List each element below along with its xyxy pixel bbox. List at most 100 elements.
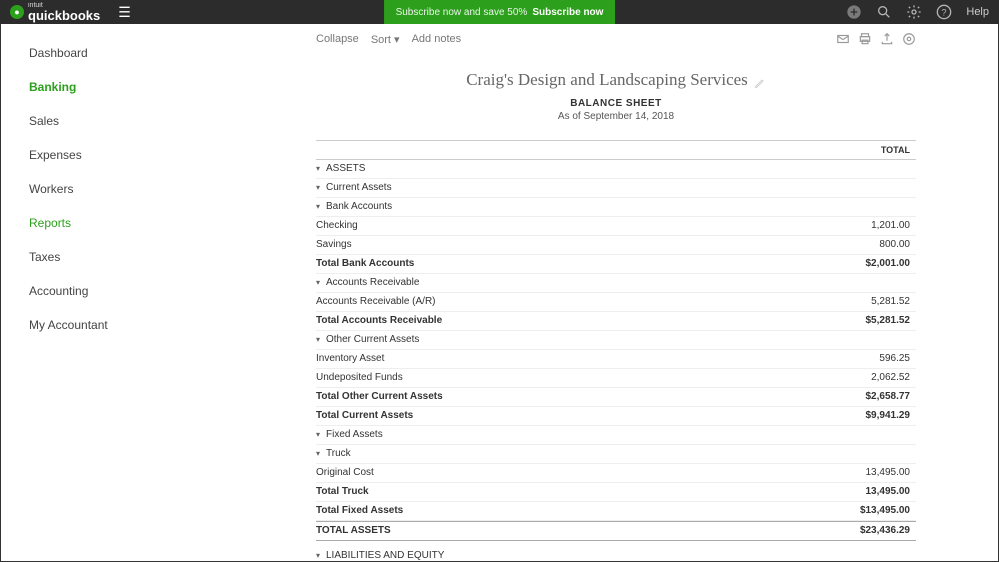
column-header-row: TOTAL xyxy=(316,141,916,160)
row-label: Total Current Assets xyxy=(316,407,826,425)
row-value xyxy=(826,331,916,349)
row-value xyxy=(826,160,916,178)
row-value: $23,436.29 xyxy=(826,522,916,540)
sidebar-item-expenses[interactable]: Expenses xyxy=(29,142,166,168)
row-value: $13,495.00 xyxy=(826,502,916,520)
collapse-toggle-icon[interactable]: ▾ xyxy=(316,550,324,561)
report-row: Savings800.00 xyxy=(316,236,916,255)
row-label: Savings xyxy=(316,236,826,254)
row-value xyxy=(826,445,916,463)
brand-logo[interactable]: ● intuit quickbooks xyxy=(10,2,100,22)
report-row: ▾Truck xyxy=(316,445,916,464)
row-value: 2,062.52 xyxy=(826,369,916,387)
report-row: ▾ASSETS xyxy=(316,160,916,179)
row-label[interactable]: ▾Truck xyxy=(316,445,826,463)
sidebar-item-taxes[interactable]: Taxes xyxy=(29,244,166,270)
sidebar-item-sales[interactable]: Sales xyxy=(29,108,166,134)
sidebar-item-my-accountant[interactable]: My Accountant xyxy=(29,312,166,338)
row-label[interactable]: ▾LIABILITIES AND EQUITY xyxy=(316,547,826,561)
row-value: 5,281.52 xyxy=(826,293,916,311)
report-row: Total Other Current Assets$2,658.77 xyxy=(316,388,916,407)
report-row: Total Bank Accounts$2,001.00 xyxy=(316,255,916,274)
row-value: $5,281.52 xyxy=(826,312,916,330)
top-icons-group: ? Help xyxy=(846,4,989,20)
sidebar-item-banking[interactable]: Banking xyxy=(29,74,166,100)
export-icon[interactable] xyxy=(880,32,894,46)
collapse-link[interactable]: Collapse xyxy=(316,33,359,46)
row-label: Undeposited Funds xyxy=(316,369,826,387)
report-date: As of September 14, 2018 xyxy=(316,111,916,122)
search-icon[interactable] xyxy=(876,4,892,20)
company-name-text: Craig's Design and Landscaping Services xyxy=(466,70,748,90)
row-label: Inventory Asset xyxy=(316,350,826,368)
report-table: TOTAL ▾ASSETS▾Current Assets▾Bank Accoun… xyxy=(316,140,916,561)
row-value: 13,495.00 xyxy=(826,464,916,482)
collapse-toggle-icon[interactable]: ▾ xyxy=(316,201,324,214)
row-label: Total Other Current Assets xyxy=(316,388,826,406)
row-value: 596.25 xyxy=(826,350,916,368)
row-label: Original Cost xyxy=(316,464,826,482)
company-name: Craig's Design and Landscaping Services xyxy=(466,70,766,90)
collapse-toggle-icon[interactable]: ▾ xyxy=(316,163,324,176)
row-label[interactable]: ▾Fixed Assets xyxy=(316,426,826,444)
row-value xyxy=(826,179,916,197)
report-row: ▾Current Assets xyxy=(316,179,916,198)
collapse-toggle-icon[interactable]: ▾ xyxy=(316,277,324,290)
row-label[interactable]: ▾Bank Accounts xyxy=(316,198,826,216)
sort-link[interactable]: Sort ▾ xyxy=(371,33,400,46)
gear-icon[interactable] xyxy=(906,4,922,20)
help-icon[interactable]: ? xyxy=(936,4,952,20)
row-label: Checking xyxy=(316,217,826,235)
report-row: Inventory Asset596.25 xyxy=(316,350,916,369)
sidebar-item-reports[interactable]: Reports xyxy=(29,210,166,236)
total-column-header: TOTAL xyxy=(826,141,916,159)
report-row: ▾Bank Accounts xyxy=(316,198,916,217)
banner-cta[interactable]: Subscribe now xyxy=(532,7,603,18)
row-label: TOTAL ASSETS xyxy=(316,522,826,540)
row-value xyxy=(826,426,916,444)
row-value: 13,495.00 xyxy=(826,483,916,501)
report-row: Accounts Receivable (A/R)5,281.52 xyxy=(316,293,916,312)
help-label[interactable]: Help xyxy=(966,6,989,18)
row-value: 800.00 xyxy=(826,236,916,254)
collapse-toggle-icon[interactable]: ▾ xyxy=(316,448,324,461)
row-label: Total Truck xyxy=(316,483,826,501)
report-row: Total Current Assets$9,941.29 xyxy=(316,407,916,426)
pencil-icon[interactable] xyxy=(754,74,766,86)
print-icon[interactable] xyxy=(858,32,872,46)
brand-name-label: quickbooks xyxy=(28,9,100,22)
row-label[interactable]: ▾Other Current Assets xyxy=(316,331,826,349)
sidebar-item-workers[interactable]: Workers xyxy=(29,176,166,202)
report-row: Original Cost13,495.00 xyxy=(316,464,916,483)
promo-banner[interactable]: Subscribe now and save 50% Subscribe now xyxy=(384,0,616,24)
collapse-toggle-icon[interactable]: ▾ xyxy=(316,429,324,442)
collapse-toggle-icon[interactable]: ▾ xyxy=(316,334,324,347)
report-row: ▾LIABILITIES AND EQUITY xyxy=(316,547,916,561)
row-label: Total Fixed Assets xyxy=(316,502,826,520)
email-icon[interactable] xyxy=(836,32,850,46)
row-value: $9,941.29 xyxy=(826,407,916,425)
sidebar-item-accounting[interactable]: Accounting xyxy=(29,278,166,304)
hamburger-icon[interactable]: ☰ xyxy=(118,4,131,21)
row-value: $2,658.77 xyxy=(826,388,916,406)
report-row: Total Fixed Assets$13,495.00 xyxy=(316,502,916,521)
row-value xyxy=(826,547,916,561)
settings-icon[interactable] xyxy=(902,32,916,46)
svg-text:?: ? xyxy=(942,7,947,17)
add-icon[interactable] xyxy=(846,4,862,20)
report-row: TOTAL ASSETS$23,436.29 xyxy=(316,521,916,541)
row-label: Total Accounts Receivable xyxy=(316,312,826,330)
report-row: ▾Other Current Assets xyxy=(316,331,916,350)
report-row: ▾Fixed Assets xyxy=(316,426,916,445)
sidebar-item-dashboard[interactable]: Dashboard xyxy=(29,40,166,66)
content-scroll-area[interactable]: Collapse Sort ▾ Add notes Craig's Design… xyxy=(166,24,998,561)
collapse-toggle-icon[interactable]: ▾ xyxy=(316,182,324,195)
report-row: Checking1,201.00 xyxy=(316,217,916,236)
add-notes-link[interactable]: Add notes xyxy=(412,33,462,46)
row-label[interactable]: ▾Current Assets xyxy=(316,179,826,197)
banner-text: Subscribe now and save 50% xyxy=(396,7,528,18)
sidebar-nav: Dashboard Banking Sales Expenses Workers… xyxy=(1,24,166,561)
quickbooks-icon: ● xyxy=(10,5,24,19)
row-label[interactable]: ▾ASSETS xyxy=(316,160,826,178)
row-label[interactable]: ▾Accounts Receivable xyxy=(316,274,826,292)
